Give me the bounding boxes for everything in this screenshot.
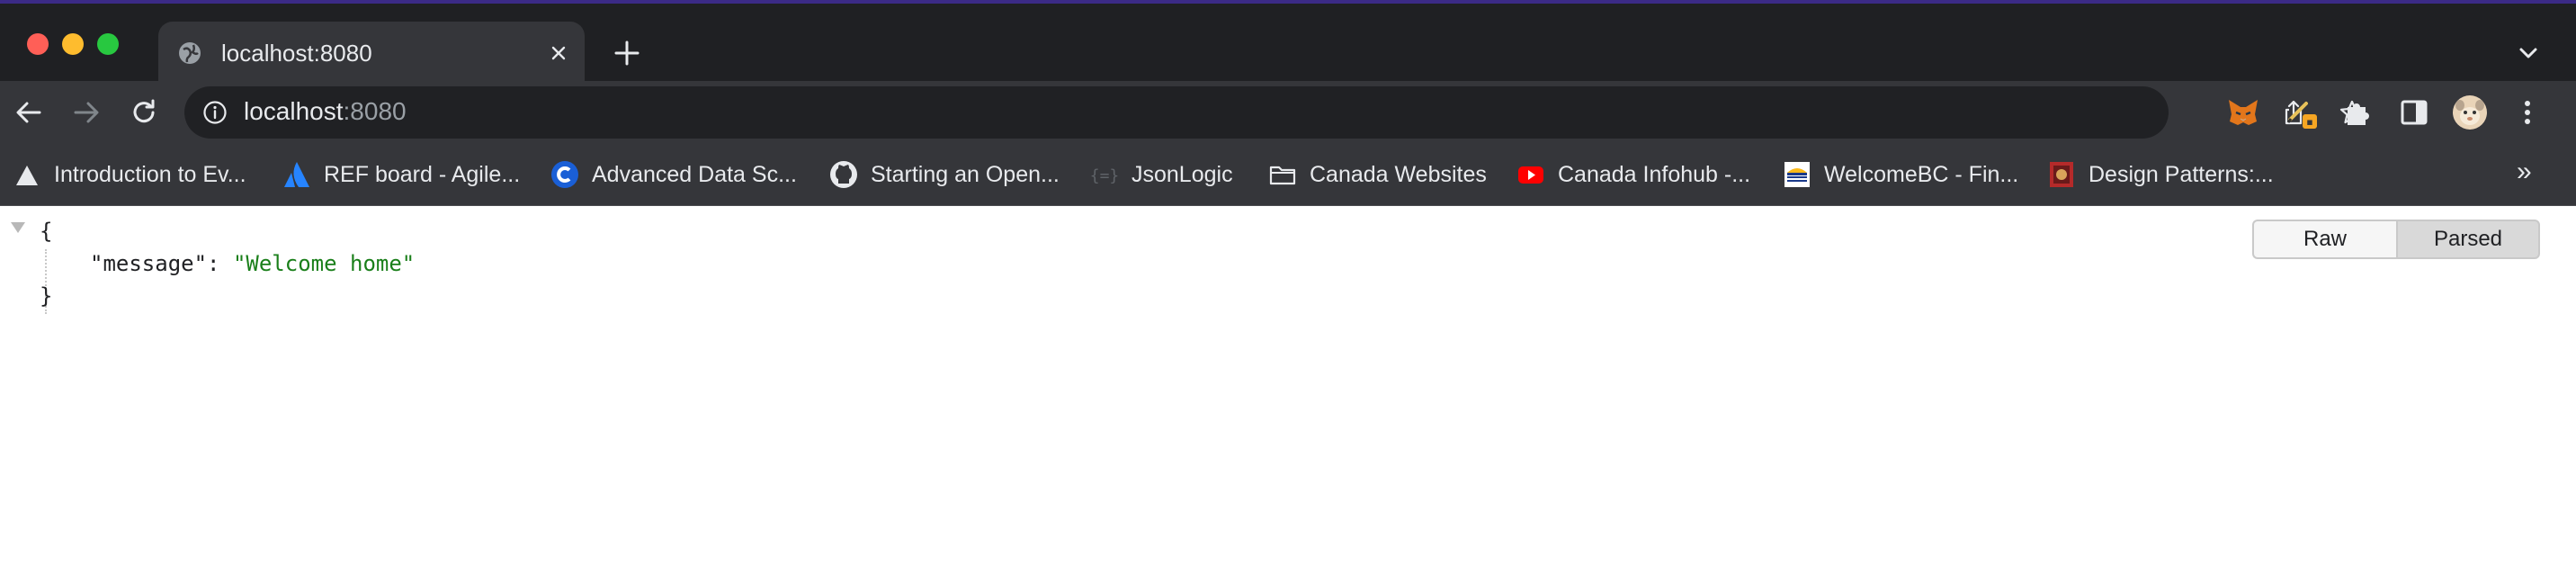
bookmark-label: Advanced Data Sc... bbox=[592, 161, 797, 187]
metamask-fox-icon[interactable] bbox=[2225, 94, 2261, 130]
tab-strip: localhost:8080 bbox=[0, 4, 2576, 85]
svg-text:{=}: {=} bbox=[1090, 166, 1119, 185]
parsed-button[interactable]: Parsed bbox=[2396, 220, 2540, 259]
bookmark-label: Canada Websites bbox=[1310, 161, 1487, 187]
profile-avatar-icon[interactable] bbox=[2452, 94, 2488, 130]
back-arrow-icon[interactable] bbox=[11, 94, 47, 130]
github-icon bbox=[830, 161, 857, 188]
browser-toolbar: localhost:8080 ▪ bbox=[0, 81, 2576, 144]
braces-icon: {=} bbox=[1090, 166, 1119, 185]
close-tab-icon[interactable] bbox=[545, 40, 572, 67]
bookmark-item[interactable]: WelcomeBC - Fin... bbox=[1783, 158, 2018, 191]
view-mode-toggle: Raw Parsed bbox=[2252, 220, 2540, 259]
bookmark-item[interactable]: Canada Websites bbox=[1268, 158, 1487, 191]
book-icon bbox=[2050, 162, 2073, 187]
bookmark-label: Starting an Open... bbox=[871, 161, 1060, 187]
url-port: :8080 bbox=[343, 97, 407, 125]
bookmark-item[interactable]: Introduction to Ev... bbox=[13, 158, 246, 191]
bookmark-label: Canada Infohub -... bbox=[1558, 161, 1751, 187]
c-logo-icon bbox=[551, 161, 578, 188]
more-bookmarks-chevron-icon[interactable]: » bbox=[2517, 157, 2532, 187]
browser-tab-active[interactable]: localhost:8080 bbox=[158, 22, 585, 85]
json-viewer-page: { "message": "Welcome home" } Raw Parsed bbox=[0, 206, 2576, 574]
bookmark-item[interactable]: Canada Infohub -... bbox=[1516, 158, 1750, 191]
bookmark-label: JsonLogic bbox=[1131, 161, 1233, 187]
maximize-window-button[interactable] bbox=[97, 33, 119, 55]
json-colon: : bbox=[207, 251, 233, 276]
json-key: "message" bbox=[90, 251, 208, 276]
url-host: localhost bbox=[244, 97, 344, 125]
globe-icon bbox=[179, 42, 201, 64]
close-window-button[interactable] bbox=[27, 33, 49, 55]
site-info-icon[interactable] bbox=[202, 100, 228, 125]
json-property-row: "message": "Welcome home" bbox=[90, 251, 415, 276]
json-close-brace: } bbox=[40, 283, 53, 309]
bookmark-label: REF board - Agile... bbox=[324, 161, 521, 187]
bookmark-label: WelcomeBC - Fin... bbox=[1824, 161, 2019, 187]
bc-flag-icon bbox=[1784, 162, 1810, 187]
youtube-icon bbox=[1518, 166, 1543, 184]
url-text: localhost:8080 bbox=[244, 97, 407, 126]
bookmark-item[interactable]: Starting an Open... bbox=[829, 158, 1060, 191]
bookmark-item[interactable]: Design Patterns:... bbox=[2047, 158, 2274, 191]
new-tab-icon[interactable] bbox=[612, 38, 642, 68]
forward-arrow-icon[interactable] bbox=[68, 94, 104, 130]
puzzle-extensions-icon[interactable] bbox=[2340, 94, 2376, 130]
svg-text:▪: ▪ bbox=[2306, 116, 2312, 128]
bookmark-item[interactable]: Advanced Data Sc... bbox=[550, 158, 797, 191]
bookmark-label: Introduction to Ev... bbox=[54, 161, 246, 187]
minimize-window-button[interactable] bbox=[62, 33, 84, 55]
raw-button[interactable]: Raw bbox=[2252, 220, 2396, 259]
more-menu-icon[interactable] bbox=[2509, 94, 2545, 130]
collapse-toggle-icon[interactable] bbox=[11, 222, 25, 233]
json-string-value: "Welcome home" bbox=[232, 251, 416, 276]
json-open-brace: { bbox=[40, 219, 53, 244]
atlassian-icon bbox=[284, 162, 309, 187]
side-panel-icon[interactable] bbox=[2396, 94, 2432, 130]
bookmarks-bar: Introduction to Ev... REF board - Agile.… bbox=[0, 144, 2576, 206]
bookmark-label: Design Patterns:... bbox=[2089, 161, 2274, 187]
leaf-icon bbox=[16, 166, 38, 185]
reload-icon[interactable] bbox=[126, 94, 162, 130]
chevron-down-icon[interactable] bbox=[2515, 40, 2542, 67]
pencil-extension-icon[interactable]: ▪ bbox=[2285, 94, 2321, 130]
address-bar[interactable]: localhost:8080 bbox=[184, 86, 2365, 139]
bookmark-item[interactable]: {=} JsonLogic bbox=[1090, 158, 1233, 191]
bookmark-item[interactable]: REF board - Agile... bbox=[282, 158, 520, 191]
folder-icon bbox=[1269, 166, 1296, 185]
tab-title: localhost:8080 bbox=[221, 40, 372, 67]
